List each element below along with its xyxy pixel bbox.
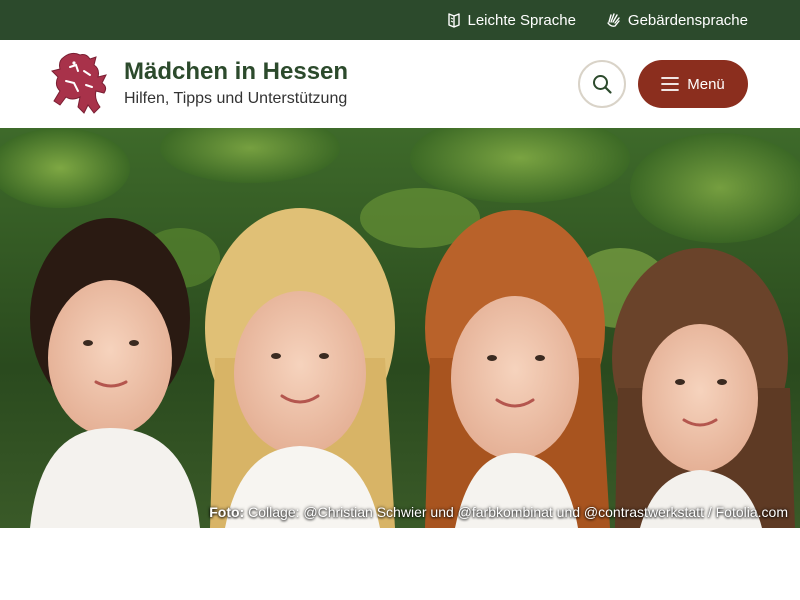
easy-language-link[interactable]: Leichte Sprache (446, 12, 576, 29)
search-button[interactable] (578, 60, 626, 108)
photo-credit-text: Collage: @Christian Schwier und @farbkom… (248, 504, 788, 520)
hero-photo (0, 128, 800, 528)
hamburger-icon (661, 77, 680, 91)
book-icon (447, 13, 460, 28)
hero-image: Foto: Collage: @Christian Schwier und @f… (0, 128, 800, 528)
site-subtitle: Hilfen, Tipps und Unterstützung (124, 90, 348, 107)
easy-language-label: Leichte Sprache (467, 11, 576, 29)
hand-icon (607, 13, 620, 27)
search-icon (593, 75, 612, 94)
main-content (0, 528, 800, 600)
sign-language-label: Gebärdensprache (627, 11, 748, 29)
site-header: Mädchen in Hessen Hilfen, Tipps und Unte… (0, 40, 800, 128)
sign-language-link[interactable]: Gebärdensprache (606, 12, 748, 29)
menu-label: Menü (687, 75, 725, 93)
menu-button[interactable]: Menü (638, 60, 748, 108)
photo-credit-label: Foto: (209, 504, 245, 520)
hessian-lion-icon[interactable] (50, 51, 110, 117)
service-bar: Leichte Sprache Gebärdensprache (0, 0, 800, 40)
site-title[interactable]: Mädchen in Hessen (124, 58, 348, 86)
photo-credit: Foto: Collage: @Christian Schwier und @f… (209, 504, 788, 520)
